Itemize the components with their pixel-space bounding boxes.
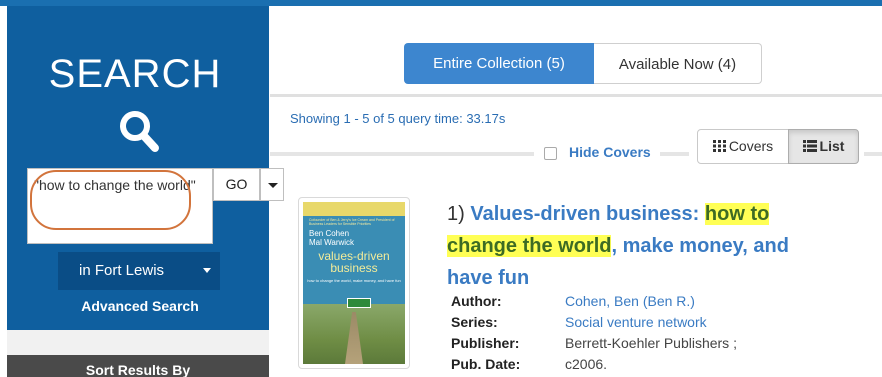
list-label: List [819,138,845,154]
author-label: Author: [451,293,502,309]
author-link[interactable]: Cohen, Ben (Ben R.) [565,293,695,309]
title-highlight-1: how to [704,203,770,225]
cover-subtitle: how to change the world, make money, and… [307,278,401,283]
search-input-box[interactable]: "how to change the world" [27,168,213,244]
covers-view-button[interactable]: Covers [697,129,789,164]
search-input[interactable]: "how to change the world" [28,169,212,243]
cover-authors: Ben Cohen Mal Warwick [309,229,354,247]
divider [660,152,689,156]
title-part-2: , make money, and [611,235,789,257]
publisher-label: Publisher: [451,335,520,351]
pubdate-value: c2006. [565,356,608,372]
search-type-dropdown[interactable] [260,168,284,201]
caret-down-icon [268,183,278,188]
caret-down-icon [203,268,211,273]
cover-strip [303,202,405,216]
location-select[interactable]: in Fort Lewis [58,252,220,290]
result-number: 1) [447,203,465,225]
results-summary: Showing 1 - 5 of 5 query time: 33.17s [290,111,506,126]
sort-results-header[interactable]: Sort Results By [7,355,269,377]
cover-sign-art [347,298,371,308]
divider [270,94,882,97]
cover-tagline: Cofounder of Ben & Jerry's Ice Cream and… [309,218,395,226]
cover-title-line-2: business [330,261,378,275]
list-view-button[interactable]: List [788,129,859,164]
cover-author-2: Mal Warwick [309,238,355,247]
series-link[interactable]: Social venture network [565,314,707,330]
divider [270,152,534,156]
title-part-1: Values-driven business: [470,203,700,225]
search-heading: SEARCH [48,52,222,96]
hide-covers-label[interactable]: Hide Covers [569,144,651,160]
title-highlight-2: change the world [447,235,612,257]
hide-covers-checkbox[interactable] [544,147,557,160]
series-label: Series: [451,314,498,330]
list-icon [802,140,817,153]
advanced-search-link[interactable]: Advanced Search [50,298,230,314]
collection-tabs: Entire Collection (5) Available Now (4) [404,43,762,84]
pubdate-label: Pub. Date: [451,356,521,372]
cover-author-1: Ben Cohen [309,229,350,238]
covers-label: Covers [728,138,774,154]
magnifier-icon [120,111,159,152]
result-title-link[interactable]: 1) Values-driven business: how to change … [447,198,867,294]
divider [864,152,882,156]
book-cover-image[interactable]: Cofounder of Ben & Jerry's Ice Cream and… [303,202,405,364]
grid-icon [712,140,726,153]
title-part-3: have fun [447,267,530,289]
tab-entire-collection[interactable]: Entire Collection (5) [404,43,594,84]
go-button[interactable]: GO [213,168,260,201]
publisher-value: Berrett-Koehler Publishers ; [565,335,737,351]
cover-title: values-driven business [303,250,405,274]
tab-available-now[interactable]: Available Now (4) [594,43,762,84]
